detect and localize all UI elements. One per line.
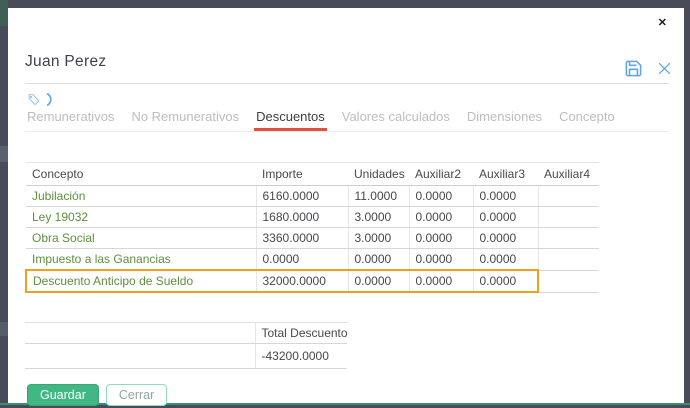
tag-icon[interactable]	[27, 93, 40, 106]
tab-no-remunerativos[interactable]: No Remunerativos	[129, 106, 241, 131]
tab-descuentos[interactable]: Descuentos	[254, 106, 327, 131]
concept-link[interactable]: Impuesto a las Ganancias	[26, 249, 256, 271]
auxiliar4-cell[interactable]	[538, 186, 599, 207]
totals-table: Total Descuentos -43200.0000	[25, 322, 347, 369]
auxiliar4-cell[interactable]	[538, 207, 599, 228]
table-row: Jubilación 6160.0000 11.0000 0.0000 0.00…	[26, 186, 599, 207]
cerrar-button[interactable]: Cerrar	[106, 384, 167, 406]
unidades-cell[interactable]: 3.0000	[348, 228, 409, 249]
auxiliar2-cell[interactable]: 0.0000	[409, 249, 473, 271]
auxiliar4-cell[interactable]	[538, 249, 599, 271]
column-header: Auxiliar4	[538, 163, 599, 186]
tab-bar: Remunerativos No Remunerativos Descuento…	[25, 106, 669, 132]
auxiliar4-cell[interactable]	[538, 228, 599, 249]
backdrop-patch	[0, 0, 8, 26]
importe-cell[interactable]: 0.0000	[256, 249, 348, 271]
table-row: Obra Social 3360.0000 3.0000 0.0000 0.00…	[26, 228, 599, 249]
auxiliar3-cell[interactable]: 0.0000	[473, 207, 538, 228]
save-icon[interactable]	[624, 59, 643, 78]
backdrop-patch	[0, 146, 8, 162]
concept-link[interactable]: Descuento Anticipo de Sueldo	[26, 270, 256, 292]
importe-cell[interactable]: 6160.0000	[256, 186, 348, 207]
totals-value: -43200.0000	[255, 344, 347, 369]
tab-remunerativos[interactable]: Remunerativos	[25, 106, 116, 131]
concept-link[interactable]: Ley 19032	[26, 207, 256, 228]
importe-cell[interactable]: 32000.0000	[256, 270, 348, 292]
totals-value-row: -43200.0000	[25, 344, 347, 369]
totals-label: Total Descuentos	[255, 323, 347, 344]
backdrop-patch	[0, 322, 8, 336]
auxiliar3-cell[interactable]: 0.0000	[473, 186, 538, 207]
table-header-row: Concepto Importe Unidades Auxiliar2 Auxi…	[26, 163, 599, 186]
auxiliar2-cell[interactable]: 0.0000	[409, 186, 473, 207]
totals-empty-cell	[25, 323, 255, 344]
tab-valores-calculados[interactable]: Valores calculados	[340, 106, 452, 131]
totals-empty-cell	[25, 344, 255, 369]
tab-concepto[interactable]: Concepto	[557, 106, 617, 131]
footer-buttons: Guardar Cerrar	[27, 384, 167, 406]
column-header: Importe	[256, 163, 348, 186]
unidades-cell[interactable]: 11.0000	[348, 186, 409, 207]
dialog-close-icon[interactable]: ✕	[658, 18, 667, 29]
tab-dimensiones[interactable]: Dimensiones	[465, 106, 544, 131]
column-header: Unidades	[348, 163, 409, 186]
descuentos-table: Concepto Importe Unidades Auxiliar2 Auxi…	[25, 162, 599, 293]
chevron-right-icon[interactable]	[46, 93, 54, 106]
column-header: Auxiliar3	[473, 163, 538, 186]
auxiliar3-cell[interactable]: 0.0000	[473, 270, 538, 292]
unidades-cell[interactable]: 0.0000	[348, 270, 409, 292]
column-header: Auxiliar2	[409, 163, 473, 186]
unidades-cell[interactable]: 0.0000	[348, 249, 409, 271]
auxiliar3-cell[interactable]: 0.0000	[473, 249, 538, 271]
unidades-cell[interactable]: 3.0000	[348, 207, 409, 228]
table-row: Impuesto a las Ganancias 0.0000 0.0000 0…	[26, 249, 599, 271]
auxiliar4-cell[interactable]	[538, 270, 599, 292]
close-icon[interactable]	[656, 60, 673, 77]
header-actions	[624, 59, 673, 78]
divider	[25, 83, 669, 84]
importe-cell[interactable]: 3360.0000	[256, 228, 348, 249]
auxiliar2-cell[interactable]: 0.0000	[409, 207, 473, 228]
concept-link[interactable]: Obra Social	[26, 228, 256, 249]
auxiliar3-cell[interactable]: 0.0000	[473, 228, 538, 249]
toolbar-mini-icons	[27, 92, 54, 106]
importe-cell[interactable]: 1680.0000	[256, 207, 348, 228]
concept-link[interactable]: Jubilación	[26, 186, 256, 207]
auxiliar2-cell[interactable]: 0.0000	[409, 228, 473, 249]
employee-concepts-modal: ✕ Juan Perez	[8, 8, 684, 403]
table-row: Ley 19032 1680.0000 3.0000 0.0000 0.0000	[26, 207, 599, 228]
modal-title: Juan Perez	[25, 53, 106, 71]
table-row-selected: Descuento Anticipo de Sueldo 32000.0000 …	[26, 270, 599, 292]
auxiliar2-cell[interactable]: 0.0000	[409, 270, 473, 292]
guardar-button[interactable]: Guardar	[27, 384, 99, 406]
column-header: Concepto	[26, 163, 256, 186]
totals-header-row: Total Descuentos	[25, 323, 347, 344]
